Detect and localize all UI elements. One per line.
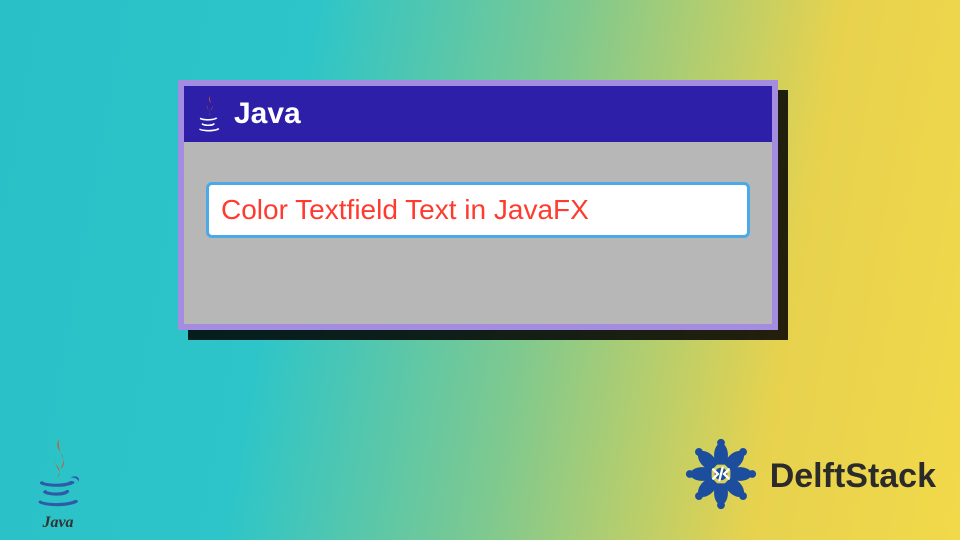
window-title: Java [234,97,301,131]
java-footer-logo: Java [28,437,88,532]
content-pane [184,142,772,268]
color-textfield[interactable] [206,182,750,238]
java-footer-label: Java [42,514,73,532]
window-frame: Java [178,80,778,330]
delftstack-logo: DelftStack [682,435,936,518]
java-icon [28,437,88,516]
app-window: Java [178,80,778,330]
titlebar[interactable]: Java [184,86,772,142]
delftstack-label: DelftStack [770,457,936,496]
java-icon [194,94,224,134]
delftstack-icon [682,435,760,518]
